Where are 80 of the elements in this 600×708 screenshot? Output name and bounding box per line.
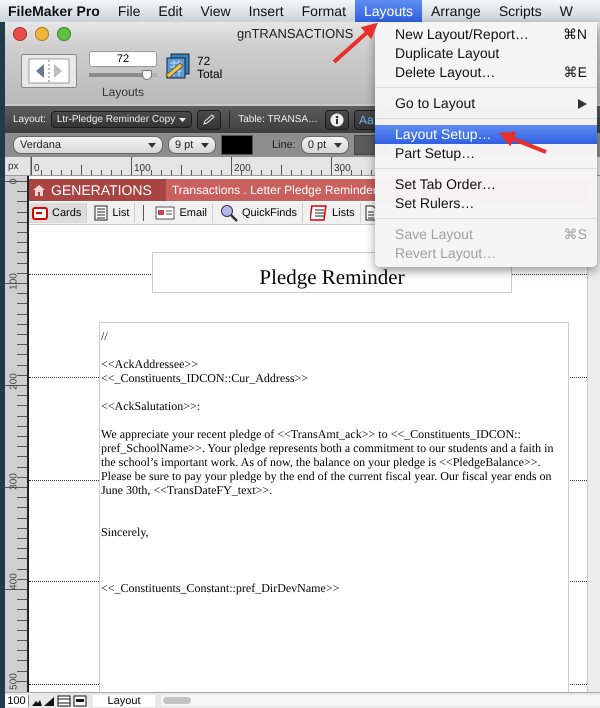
menu-item[interactable]: Layout Setup… (375, 125, 597, 144)
menu-item[interactable]: Edit (149, 0, 192, 22)
ruler-label: 300 (334, 163, 351, 174)
menu-item[interactable]: Delete Layout… ⌘E (375, 63, 597, 82)
menu-item[interactable]: Set Rulers… (375, 194, 597, 213)
menu-item[interactable]: Duplicate Layout (375, 44, 597, 63)
ruler-label: 200 (234, 163, 251, 174)
envelope-icon (155, 206, 176, 220)
app-menu[interactable]: FileMaker Pro (0, 0, 109, 22)
zoom-button[interactable] (57, 26, 71, 40)
line-width-dropdown[interactable]: 0 pt (300, 136, 349, 154)
menu-item[interactable]: Set Tab Order… (375, 175, 597, 194)
info-button[interactable] (325, 110, 350, 130)
fill-color-swatch[interactable] (221, 135, 253, 155)
pencil-icon (202, 114, 216, 126)
ruler-label: 200 (8, 372, 20, 392)
close-button[interactable] (13, 26, 27, 40)
info-icon (330, 112, 344, 126)
menu-item[interactable]: Insert (240, 0, 293, 22)
layouts-stack-icon (165, 53, 191, 81)
letter-text: // (101, 329, 109, 343)
letter-text: <<AckAddressee>> <<_Constituents_IDCON::Cur_Address>> (101, 357, 310, 385)
part-icon[interactable] (73, 694, 87, 706)
list-icon (94, 205, 108, 221)
count-label: Total (197, 68, 222, 81)
ruler-label: 100 (8, 272, 20, 292)
ruler-label: 0 (8, 178, 20, 186)
menu-item[interactable]: New Layout/Report… ⌘N (375, 25, 597, 44)
size-dropdown[interactable]: 9 pt (168, 136, 216, 154)
letter-text: We appreciate your recent pledge of <<TransAmt_ack>> to <<_Constituents_IDCON:: pref_SchoolName>>. Your pledge represents both a commitment to our students and a faith in the school’s important work. As of now, the balance on your pledge is <<PledgeBalance>>. Please be sure to pay your pledge by the end of the current fiscal year. Our fiscal year ends on June 30th, <<TransDateFY_text>>. (101, 427, 554, 497)
layout-number-field[interactable]: 72 (89, 51, 157, 67)
folder-icon (32, 206, 48, 220)
menu-item[interactable]: File (108, 0, 150, 22)
letter-text: <<_Constituents_Constant::pref_DirDevName>> (101, 581, 340, 595)
annotation-arrow (498, 132, 547, 154)
menu-item[interactable]: Arrange (422, 0, 490, 22)
brand-name: GENERATIONS (51, 182, 152, 198)
letter-text: Sincerely, (101, 525, 150, 539)
slider-label: Layouts (102, 85, 144, 99)
horizontal-scrollbar[interactable] (161, 695, 600, 706)
menu-item[interactable]: Layouts (354, 0, 422, 22)
mode-tab[interactable]: Layout (93, 694, 155, 706)
layout-label: Layout: (13, 114, 46, 125)
ruler-label: 0 (34, 163, 40, 174)
menu-item[interactable]: View (192, 0, 240, 22)
record-navigator[interactable] (21, 54, 77, 88)
edit-button[interactable] (197, 110, 222, 130)
ruler-label: 300 (8, 472, 20, 492)
submenu-arrow-icon (578, 99, 587, 109)
caret-icon (179, 118, 186, 122)
layout-dropdown[interactable]: Ltr-Pledge Reminder Copy (50, 111, 192, 128)
home-icon (33, 184, 45, 196)
document-icon[interactable] (364, 205, 377, 221)
window-title: gnTRANSACTIONS (237, 26, 354, 41)
menu-item[interactable]: W (550, 0, 582, 22)
nav-button[interactable]: Email (152, 203, 213, 223)
caret-icon (148, 142, 156, 148)
nav-button[interactable]: Lists (307, 203, 361, 223)
ruler-label: 400 (8, 572, 20, 592)
menu-item[interactable]: Part Setup… (375, 144, 597, 163)
search-icon (220, 204, 238, 222)
table-label: Table: TRANSA… (238, 114, 318, 125)
nav-button[interactable]: List (91, 203, 136, 223)
nav-button[interactable]: Cards (29, 203, 88, 223)
caret-icon (334, 142, 342, 148)
line-label: Line: (272, 139, 296, 151)
part-icon[interactable] (57, 694, 71, 706)
list-icon (310, 205, 328, 221)
zoom-field[interactable]: 100 (5, 694, 29, 706)
minimize-button[interactable] (35, 26, 49, 40)
caret-icon (201, 142, 209, 148)
menu-item[interactable]: Scripts (490, 0, 551, 22)
nav-button[interactable]: QuickFinds (216, 203, 304, 223)
record-count: 72 (197, 55, 212, 68)
ruler-unit: px (7, 160, 20, 174)
ruler-label: 500 (8, 672, 20, 692)
menu-item[interactable]: Format (292, 0, 355, 22)
font-dropdown[interactable]: Verdana (13, 136, 163, 154)
ruler-label: 100 (134, 163, 151, 174)
letter-text: <<AckSalutation>>: (101, 399, 202, 413)
